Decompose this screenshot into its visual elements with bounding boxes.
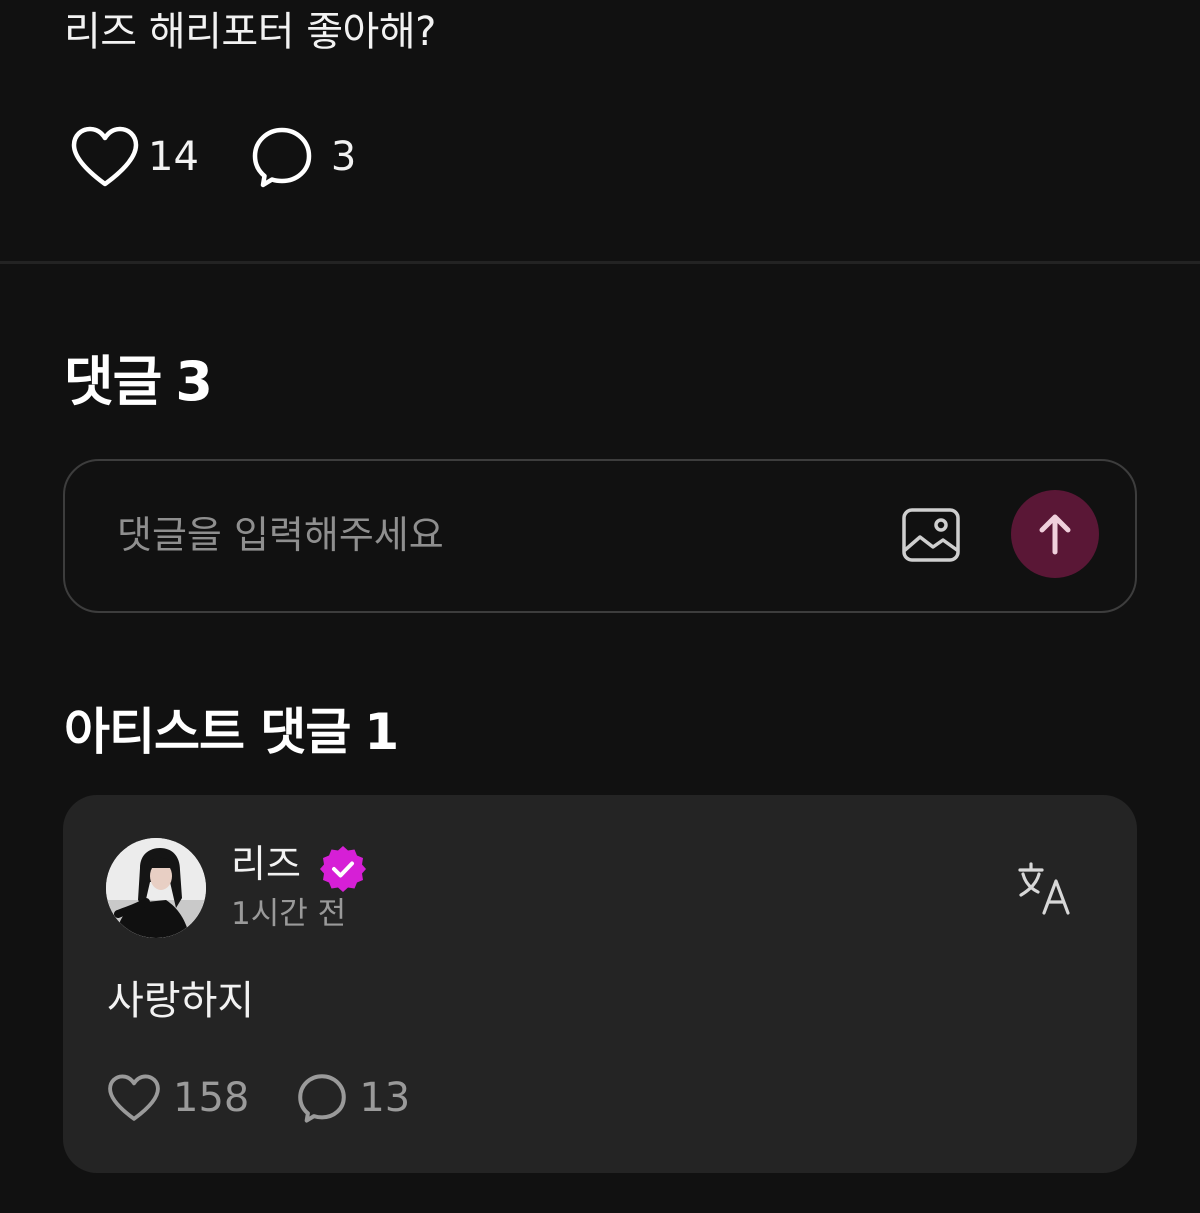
comment-text: 사랑하지 xyxy=(107,978,255,1024)
comments-heading: 댓글 3 xyxy=(64,350,213,414)
post-actions: 14 3 xyxy=(70,124,356,190)
comment-composer xyxy=(63,459,1137,613)
artist-comments-heading-count: 1 xyxy=(364,703,399,761)
send-button[interactable] xyxy=(1011,490,1099,578)
comment-author-name: 리즈 xyxy=(231,842,301,886)
comment-reply-button[interactable]: 13 xyxy=(297,1073,410,1123)
comment-reply-count: 13 xyxy=(359,1075,411,1121)
comment-like-count: 158 xyxy=(173,1075,250,1121)
avatar-photo xyxy=(106,838,206,938)
post-text: 리즈 해리포터 좋아해? xyxy=(64,9,436,55)
avatar[interactable] xyxy=(106,838,206,938)
post-detail-page: 리즈 해리포터 좋아해? 14 3 댓글 3 댓글을 입력해주세요 아티스트 댓… xyxy=(0,0,1200,1213)
post-comment-count: 3 xyxy=(330,134,357,180)
section-divider xyxy=(0,261,1200,264)
artist-comments-heading: 아티스트 댓글 1 xyxy=(64,700,399,764)
comment-input[interactable] xyxy=(117,505,837,565)
image-icon[interactable] xyxy=(901,506,961,566)
comment-actions: 158 13 xyxy=(107,1073,410,1123)
arrow-up-icon xyxy=(1039,514,1071,555)
artist-comment-card: 리즈 1시간 전 사랑하지 158 13 xyxy=(63,795,1137,1173)
speech-bubble-icon xyxy=(298,1074,347,1123)
comment-like-button[interactable]: 158 xyxy=(107,1074,249,1122)
comments-heading-label: 댓글 xyxy=(64,350,162,413)
translate-icon[interactable] xyxy=(1017,861,1073,917)
post-like-button[interactable]: 14 xyxy=(70,126,199,188)
verified-badge-icon xyxy=(320,846,366,892)
comments-heading-count: 3 xyxy=(175,350,213,413)
speech-bubble-icon xyxy=(252,127,312,188)
post-comment-button[interactable]: 3 xyxy=(251,126,356,188)
heart-icon xyxy=(108,1074,160,1121)
post-like-count: 14 xyxy=(148,134,199,180)
artist-comments-heading-label: 아티스트 댓글 xyxy=(64,703,351,761)
heart-icon xyxy=(71,126,139,187)
comment-timestamp: 1시간 전 xyxy=(231,896,347,932)
